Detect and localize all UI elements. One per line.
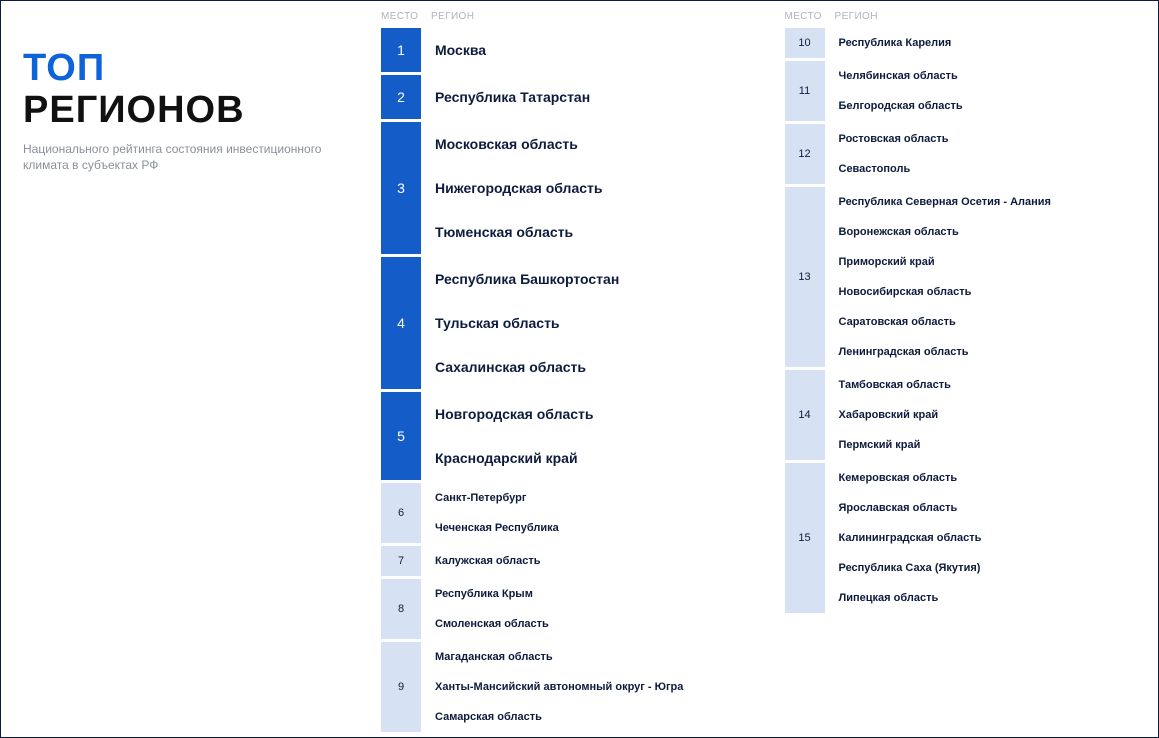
region-name: Белгородская область [839,91,1149,121]
right-groups: 10Республика Карелия11Челябинская област… [785,28,1149,613]
region-list: Республика БашкортостанТульская областьС… [421,257,745,389]
subtitle: Национального рейтинга состояния инвести… [23,141,343,173]
rank-cell: 5 [381,392,421,480]
region-list: Челябинская областьБелгородская область [825,61,1149,121]
rank-group: 8Республика КрымСмоленская область [381,579,745,639]
region-name: Тамбовская область [839,370,1149,400]
rank-cell: 13 [785,187,825,367]
left-groups: 1Москва2Республика Татарстан3Московская … [381,28,745,732]
region-list: Республика Северная Осетия - АланияВорон… [825,187,1149,367]
region-name: Тульская область [435,301,745,345]
region-list: Санкт-ПетербургЧеченская Республика [421,483,745,543]
rank-cell: 12 [785,124,825,184]
rank-column-right: МЕСТО РЕГИОН 10Республика Карелия11Челяб… [755,1,1159,737]
rank-cell: 2 [381,75,421,119]
region-name: Кемеровская область [839,463,1149,493]
region-name: Нижегородская область [435,166,745,210]
rank-group: 1 Москва [381,28,745,72]
rank-cell: 15 [785,463,825,613]
region-name: Саратовская область [839,307,1149,337]
region-list: Магаданская областьХанты-Мансийский авто… [421,642,745,732]
title-panel: ТОП РЕГИОНОВ Национального рейтинга сост… [1,1,371,737]
rank-cell: 4 [381,257,421,389]
region-name: Ростовская область [839,124,1149,154]
header-rank: МЕСТО [785,11,825,22]
region-name: Республика Татарстан [435,75,745,119]
region-name: Московская область [435,122,745,166]
region-list: Новгородская областьКраснодарский край [421,392,745,480]
rank-cell: 11 [785,61,825,121]
region-name: Воронежская область [839,217,1149,247]
region-name: Чеченская Республика [435,513,745,543]
region-name: Республика Башкортостан [435,257,745,301]
region-name: Пермский край [839,430,1149,460]
region-list: Тамбовская областьХабаровский крайПермск… [825,370,1149,460]
header-rank: МЕСТО [381,11,421,22]
region-name: Ярославская область [839,493,1149,523]
rank-group: 7 Калужская область [381,546,745,576]
region-list: Московская областьНижегородская областьТ… [421,122,745,254]
region-name: Республика Северная Осетия - Алания [839,187,1149,217]
rank-group: 15Кемеровская областьЯрославская область… [785,463,1149,613]
rank-cell: 7 [381,546,421,576]
region-name: Магаданская область [435,642,745,672]
page-container: ТОП РЕГИОНОВ Национального рейтинга сост… [1,1,1158,737]
region-name: Тюменская область [435,210,745,254]
region-list: Ростовская областьСевастополь [825,124,1149,184]
rank-group: 14Тамбовская областьХабаровский крайПерм… [785,370,1149,460]
rank-cell: 3 [381,122,421,254]
region-list: Республика КрымСмоленская область [421,579,745,639]
region-name: Москва [435,28,745,72]
title-top: ТОП [23,49,351,89]
region-name: Сахалинская область [435,345,745,389]
rank-group: 11Челябинская областьБелгородская област… [785,61,1149,121]
rank-column-left: МЕСТО РЕГИОН 1 Москва 2 Республика Татарста… [371,1,755,737]
region-name: Республика Карелия [839,28,1149,58]
region-name: Челябинская область [839,61,1149,91]
region-list: Кемеровская областьЯрославская областьКа… [825,463,1149,613]
rank-group: 10 Республика Карелия [785,28,1149,58]
region-list: Республика Татарстан [421,75,745,119]
region-name: Республика Саха (Якутия) [839,553,1149,583]
rank-cell: 14 [785,370,825,460]
rank-group: 2 Республика Татарстан [381,75,745,119]
region-name: Хабаровский край [839,400,1149,430]
title-bottom: РЕГИОНОВ [23,91,351,131]
rank-group: 4Республика БашкортостанТульская область… [381,257,745,389]
region-name: Севастополь [839,154,1149,184]
rank-cell: 8 [381,579,421,639]
region-name: Республика Крым [435,579,745,609]
rank-group: 6Санкт-ПетербургЧеченская Республика [381,483,745,543]
region-name: Ханты-Мансийский автономный округ - Югра [435,672,745,702]
region-name: Липецкая область [839,583,1149,613]
region-name: Калининградская область [839,523,1149,553]
region-name: Калужская область [435,546,745,576]
region-list: Республика Карелия [825,28,1149,58]
region-name: Краснодарский край [435,436,745,480]
rank-cell: 1 [381,28,421,72]
region-list: Калужская область [421,546,745,576]
rank-cell: 6 [381,483,421,543]
region-name: Самарская область [435,702,745,732]
region-name: Ленинградская область [839,337,1149,367]
rank-group: 12Ростовская областьСевастополь [785,124,1149,184]
rank-cell: 10 [785,28,825,58]
region-list: Москва [421,28,745,72]
rank-group: 5Новгородская областьКраснодарский край [381,392,745,480]
column-headers: МЕСТО РЕГИОН [785,1,1149,28]
region-name: Новгородская область [435,392,745,436]
header-region: РЕГИОН [421,11,474,22]
column-headers: МЕСТО РЕГИОН [381,1,745,28]
region-name: Санкт-Петербург [435,483,745,513]
region-name: Новосибирская область [839,277,1149,307]
region-name: Приморский край [839,247,1149,277]
rank-group: 3Московская областьНижегородская область… [381,122,745,254]
region-name: Смоленская область [435,609,745,639]
rank-group: 13Республика Северная Осетия - АланияВор… [785,187,1149,367]
header-region: РЕГИОН [825,11,878,22]
rank-cell: 9 [381,642,421,732]
rank-group: 9Магаданская областьХанты-Мансийский авт… [381,642,745,732]
